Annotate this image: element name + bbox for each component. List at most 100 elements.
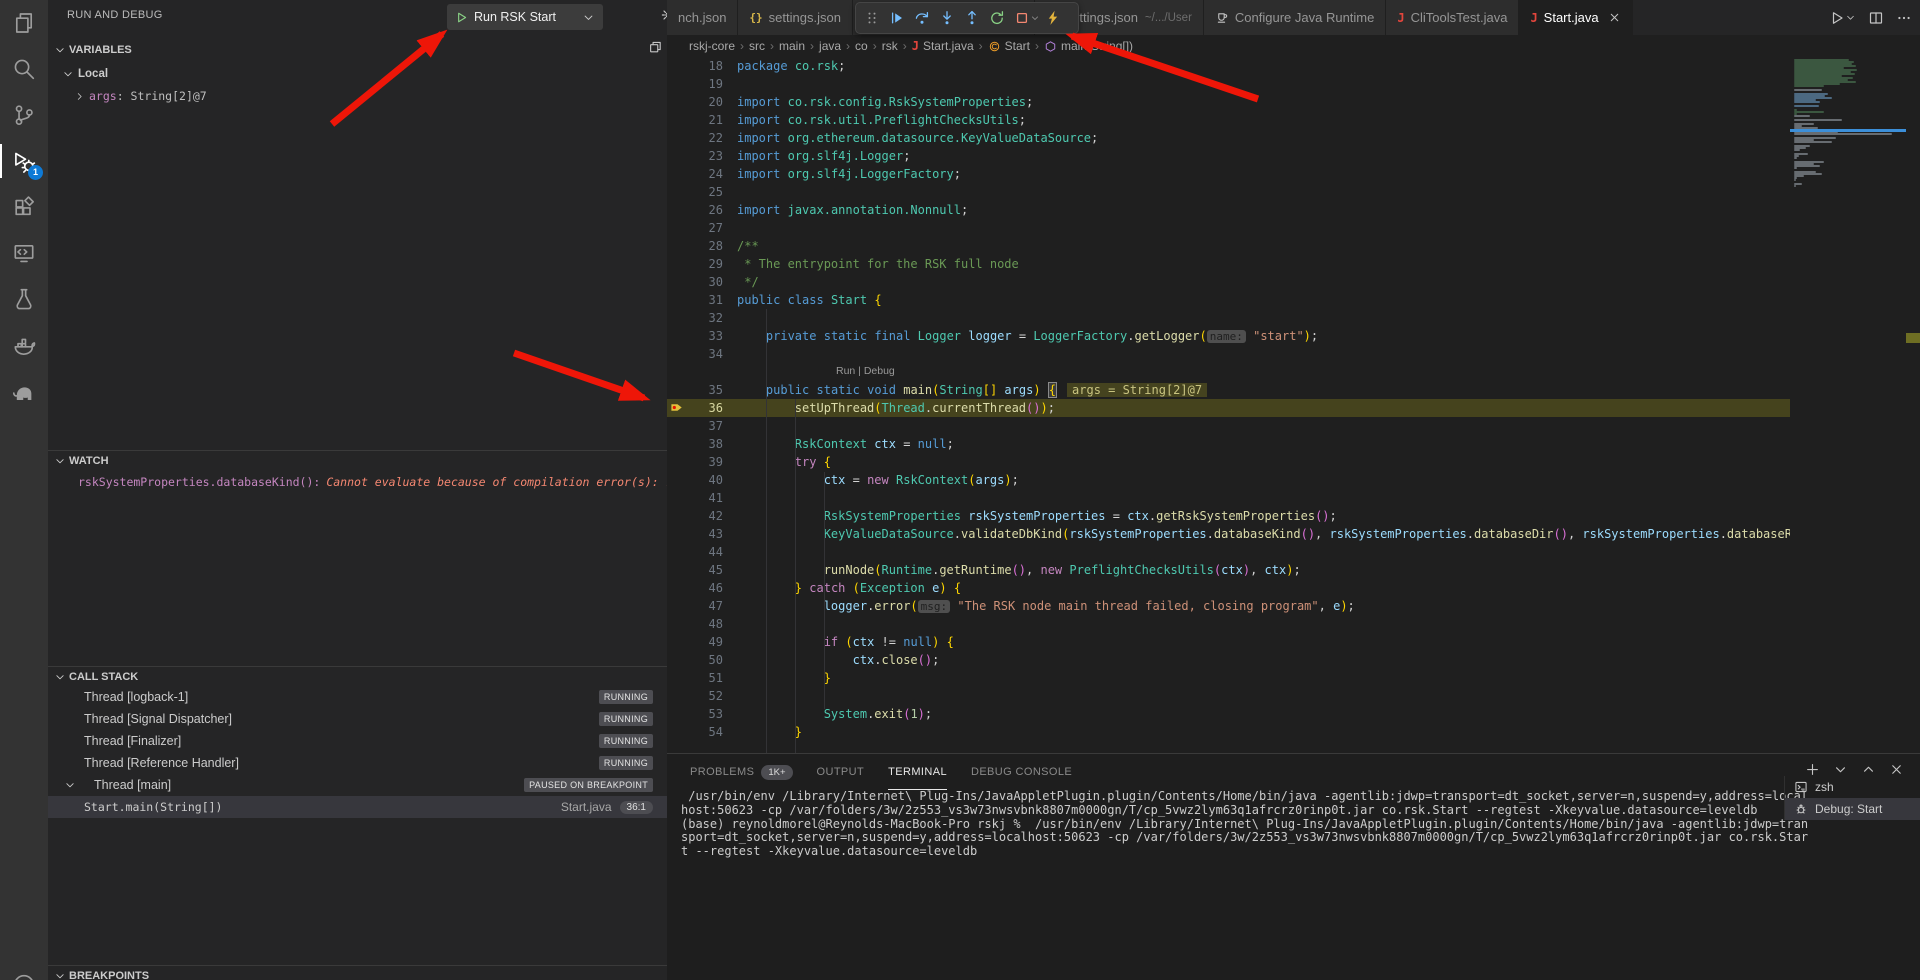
chevron-down-icon[interactable] xyxy=(582,11,595,24)
terminal-picker-button[interactable] xyxy=(1833,762,1848,777)
gutter[interactable]: 20 xyxy=(667,93,737,111)
code-line-43[interactable]: 43 KeyValueDataSource.validateDbKind(rsk… xyxy=(667,525,1790,543)
code-line-34[interactable]: 34 xyxy=(667,345,1790,363)
terminal-entry-zsh[interactable]: zsh xyxy=(1785,776,1920,798)
run-configuration-button[interactable]: Run RSK Start xyxy=(447,4,603,30)
activity-account[interactable] xyxy=(0,962,48,980)
code-line-31[interactable]: 31public class Start { xyxy=(667,291,1790,309)
breadcrumb-item-main[interactable]: main xyxy=(779,39,805,53)
gutter[interactable]: 29 xyxy=(667,255,737,273)
gutter[interactable]: 42 xyxy=(667,507,737,525)
gutter[interactable]: 49 xyxy=(667,633,737,651)
new-terminal-button[interactable] xyxy=(1805,762,1820,777)
close-panel-button[interactable] xyxy=(1889,762,1904,777)
stack-frame-row[interactable]: Start.main(String[]) Start.java36:1 xyxy=(48,796,667,818)
start-debug-icon[interactable] xyxy=(455,11,468,24)
panel-tab-debug-console[interactable]: DEBUG CONSOLE xyxy=(971,754,1072,790)
gutter[interactable]: 30 xyxy=(667,273,737,291)
code-line-47[interactable]: 47 logger.error(msg: "The RSK node main … xyxy=(667,597,1790,615)
gutter[interactable]: 53 xyxy=(667,705,737,723)
code-line-42[interactable]: 42 RskSystemProperties rskSystemProperti… xyxy=(667,507,1790,525)
gutter[interactable]: 39 xyxy=(667,453,737,471)
breadcrumb-item-rsk[interactable]: rsk xyxy=(882,39,898,53)
chevron-down-icon[interactable] xyxy=(54,44,66,56)
code-line-24[interactable]: 24import org.slf4j.LoggerFactory; xyxy=(667,165,1790,183)
gutter[interactable]: 27 xyxy=(667,219,737,237)
code-line-46[interactable]: 46 } catch (Exception e) { xyxy=(667,579,1790,597)
code-line-27[interactable]: 27 xyxy=(667,219,1790,237)
stop-options-chevron-icon[interactable] xyxy=(1030,5,1040,31)
activity-run-and-debug[interactable]: 1 xyxy=(0,138,48,184)
chevron-down-icon[interactable] xyxy=(54,671,66,683)
variable-args-row[interactable]: args: String[2]@7 xyxy=(48,86,667,106)
tab-nch-json[interactable]: nch.json xyxy=(667,0,738,35)
breakpoints-section-header[interactable]: BREAKPOINTS xyxy=(48,965,667,980)
breadcrumb-item-rskj-core[interactable]: rskj-core xyxy=(689,39,735,53)
gutter[interactable]: 36 xyxy=(667,399,737,417)
code-line-51[interactable]: 51 } xyxy=(667,669,1790,687)
gutter[interactable]: 35 xyxy=(667,381,737,399)
breadcrumb-item-co[interactable]: co xyxy=(855,39,868,53)
tab-configure-java-runtime[interactable]: Configure Java Runtime xyxy=(1204,0,1386,35)
gutter[interactable]: 25 xyxy=(667,183,737,201)
breadcrumb-item-src[interactable]: src xyxy=(749,39,765,53)
tab-settings-json[interactable]: {}settings.json xyxy=(738,0,853,35)
code-line-48[interactable]: 48 xyxy=(667,615,1790,633)
minimap[interactable] xyxy=(1790,57,1906,753)
gutter[interactable]: 37 xyxy=(667,417,737,435)
gutter[interactable]: 24 xyxy=(667,165,737,183)
call-stack-thread[interactable]: Thread [Finalizer]RUNNING xyxy=(48,730,667,752)
gutter[interactable]: 32 xyxy=(667,309,737,327)
run-editor-button[interactable] xyxy=(1829,10,1856,26)
activity-gradle[interactable] xyxy=(0,368,48,414)
gutter[interactable]: 34 xyxy=(667,345,737,363)
code-line-53[interactable]: 53 System.exit(1); xyxy=(667,705,1790,723)
code-line-29[interactable]: 29 * The entrypoint for the RSK full nod… xyxy=(667,255,1790,273)
gutter[interactable]: 33 xyxy=(667,327,737,345)
code-line-22[interactable]: 22import org.ethereum.datasource.KeyValu… xyxy=(667,129,1790,147)
gutter[interactable]: 43 xyxy=(667,525,737,543)
gutter[interactable]: 47 xyxy=(667,597,737,615)
code-line-36[interactable]: 36 setUpThread(Thread.currentThread()); xyxy=(667,399,1790,417)
activity-extensions[interactable] xyxy=(0,184,48,230)
code-line-33[interactable]: 33 private static final Logger logger = … xyxy=(667,327,1790,345)
maximize-panel-button[interactable] xyxy=(1861,762,1876,777)
debug-settings-gear-icon[interactable] xyxy=(660,7,667,23)
call-stack-thread[interactable]: Thread [Reference Handler]RUNNING xyxy=(48,752,667,774)
gutter[interactable]: 44 xyxy=(667,543,737,561)
panel-tab-output[interactable]: OUTPUT xyxy=(817,754,865,790)
code-line-54[interactable]: 54 } xyxy=(667,723,1790,741)
gutter[interactable]: 31 xyxy=(667,291,737,309)
close-tab-icon[interactable] xyxy=(1608,11,1621,24)
gutter[interactable]: 19 xyxy=(667,75,737,93)
terminal-output[interactable]: /usr/bin/env /Library/Internet\ Plug-Ins… xyxy=(681,790,1781,859)
panel-tab-terminal[interactable]: TERMINAL xyxy=(888,754,947,790)
activity-search[interactable] xyxy=(0,46,48,92)
activity-remote-explorer[interactable] xyxy=(0,230,48,276)
watch-section-header[interactable]: WATCH xyxy=(48,450,667,471)
code-line-45[interactable]: 45 runNode(Runtime.getRuntime(), new Pre… xyxy=(667,561,1790,579)
code-line-52[interactable]: 52 xyxy=(667,687,1790,705)
gutter[interactable]: 50 xyxy=(667,651,737,669)
gutter[interactable]: 51 xyxy=(667,669,737,687)
call-stack-thread[interactable]: Thread [Signal Dispatcher]RUNNING xyxy=(48,708,667,730)
codelens-run-debug[interactable]: Run | Debug xyxy=(737,363,895,381)
code-line-44[interactable]: 44 xyxy=(667,543,1790,561)
restart-button[interactable] xyxy=(984,5,1009,31)
call-stack-thread[interactable]: Thread [main]PAUSED ON BREAKPOINT xyxy=(48,774,667,796)
gutter[interactable]: 26 xyxy=(667,201,737,219)
step-over-button[interactable] xyxy=(909,5,934,31)
gutter[interactable]: 21 xyxy=(667,111,737,129)
call-stack-section-header[interactable]: CALL STACK xyxy=(48,666,667,687)
gutter[interactable]: 48 xyxy=(667,615,737,633)
gutter[interactable]: 46 xyxy=(667,579,737,597)
code-line-20[interactable]: 20import co.rsk.config.RskSystemProperti… xyxy=(667,93,1790,111)
code-line-37[interactable]: 37 xyxy=(667,417,1790,435)
split-editor-button[interactable] xyxy=(1868,10,1884,26)
tab-start-java[interactable]: JStart.java xyxy=(1519,0,1632,35)
chevron-down-icon[interactable] xyxy=(54,455,66,467)
gutter[interactable]: 22 xyxy=(667,129,737,147)
gutter[interactable]: 45 xyxy=(667,561,737,579)
code-line-21[interactable]: 21import co.rsk.util.PreflightChecksUtil… xyxy=(667,111,1790,129)
gutter[interactable]: 28 xyxy=(667,237,737,255)
